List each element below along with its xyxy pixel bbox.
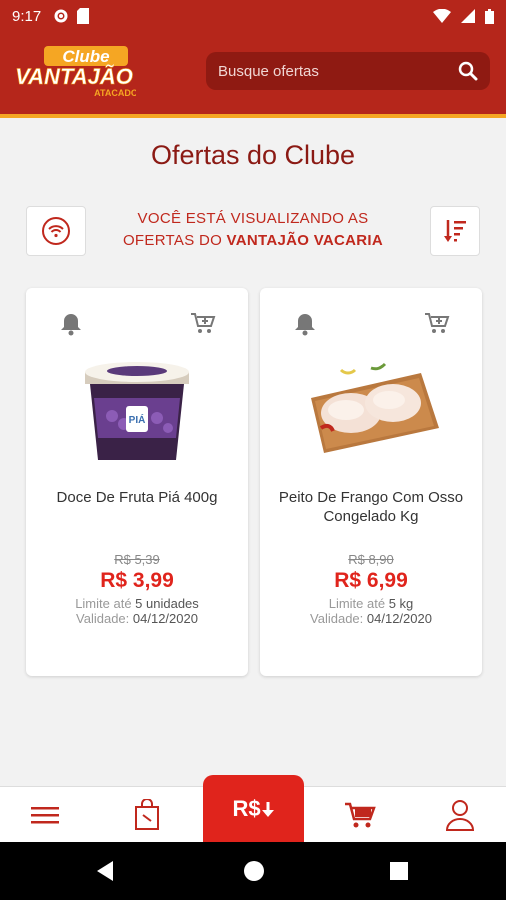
header-accent-stripe bbox=[0, 114, 506, 118]
page-title: Ofertas do Clube bbox=[150, 140, 356, 170]
clube-vantajao-logo[interactable]: Clube VANTAJÃO ATACADO bbox=[15, 44, 138, 100]
settings-icon bbox=[54, 9, 68, 23]
product-new-price: R$ 6,99 bbox=[334, 569, 408, 592]
app-header: Clube VANTAJÃO ATACADO Busque ofertas bbox=[0, 32, 506, 118]
status-bar: 9:17 bbox=[0, 0, 506, 32]
menu-icon bbox=[31, 807, 59, 824]
product-old-price: R$ 8,90 bbox=[348, 552, 394, 567]
add-to-cart-icon[interactable] bbox=[424, 312, 450, 334]
sort-icon bbox=[444, 220, 466, 242]
nav-menu[interactable] bbox=[5, 787, 85, 843]
user-icon bbox=[445, 800, 475, 831]
store-info-text: VOCÊ ESTÁ VISUALIZANDO AS OFERTAS DO VAN… bbox=[96, 208, 410, 252]
back-icon[interactable] bbox=[95, 860, 115, 882]
home-icon[interactable] bbox=[243, 860, 265, 882]
nav-club-prices-label: R$ bbox=[232, 796, 261, 821]
product-new-price: R$ 3,99 bbox=[100, 569, 174, 592]
wifi-icon bbox=[433, 9, 451, 23]
product-limit: Limite até 5 unidades bbox=[75, 596, 199, 611]
product-limit: Limite até 5 kg bbox=[328, 596, 414, 611]
sort-button[interactable] bbox=[430, 206, 480, 256]
product-name: Peito De Frango Com Osso Congelado Kg bbox=[278, 489, 464, 525]
search-placeholder: Busque ofertas bbox=[218, 62, 319, 80]
product-name: Doce De Fruta Piá 400g bbox=[56, 489, 218, 506]
sd-card-icon bbox=[77, 8, 90, 24]
store-name: VANTAJÃO VACARIA bbox=[226, 232, 384, 249]
search-icon[interactable] bbox=[458, 61, 478, 81]
bell-icon[interactable] bbox=[60, 312, 82, 336]
product-validity: Validade: 04/12/2020 bbox=[310, 611, 432, 626]
nav-offers[interactable] bbox=[107, 787, 187, 843]
signal-icon bbox=[461, 9, 475, 23]
product-card[interactable]: Peito De Frango Com Osso Congelado Kg R$… bbox=[260, 288, 482, 676]
nav-profile[interactable] bbox=[420, 787, 500, 843]
nav-club-prices[interactable]: R$ bbox=[203, 775, 304, 843]
shopping-bag-icon bbox=[135, 799, 159, 830]
product-old-price: R$ 5,39 bbox=[114, 552, 160, 567]
nav-cart[interactable] bbox=[320, 787, 400, 843]
bell-icon[interactable] bbox=[294, 312, 316, 336]
recents-icon[interactable] bbox=[390, 862, 408, 880]
cart-icon bbox=[345, 802, 376, 828]
svg-text:ATACADO: ATACADO bbox=[94, 88, 136, 98]
arrow-down-icon bbox=[261, 802, 274, 817]
store-info-row: VOCÊ ESTÁ VISUALIZANDO AS OFERTAS DO VAN… bbox=[26, 206, 480, 258]
svg-text:VANTAJÃO: VANTAJÃO bbox=[16, 64, 133, 89]
info-line-2: OFERTAS DO VANTAJÃO VACARIA bbox=[122, 232, 384, 249]
status-time: 9:17 bbox=[12, 7, 42, 25]
battery-icon bbox=[485, 8, 494, 24]
info-line-1: VOCÊ ESTÁ VISUALIZANDO AS bbox=[137, 210, 369, 227]
add-to-cart-icon[interactable] bbox=[190, 312, 216, 334]
product-validity: Validade: 04/12/2020 bbox=[76, 611, 198, 626]
search-input[interactable]: Busque ofertas bbox=[206, 52, 490, 90]
product-card[interactable]: PIÁ Doce De Fruta Piá 400g R$ 5,39 R$ 3,… bbox=[26, 288, 248, 676]
bottom-navigation: R$ bbox=[0, 775, 506, 843]
product-image-jam-jar: PIÁ bbox=[85, 362, 189, 460]
wifi-circle-icon bbox=[42, 217, 70, 245]
product-image-chicken-breast bbox=[311, 362, 439, 453]
svg-text:PIÁ: PIÁ bbox=[129, 413, 146, 426]
system-navigation-bar bbox=[0, 842, 506, 900]
connection-button[interactable] bbox=[26, 206, 86, 256]
